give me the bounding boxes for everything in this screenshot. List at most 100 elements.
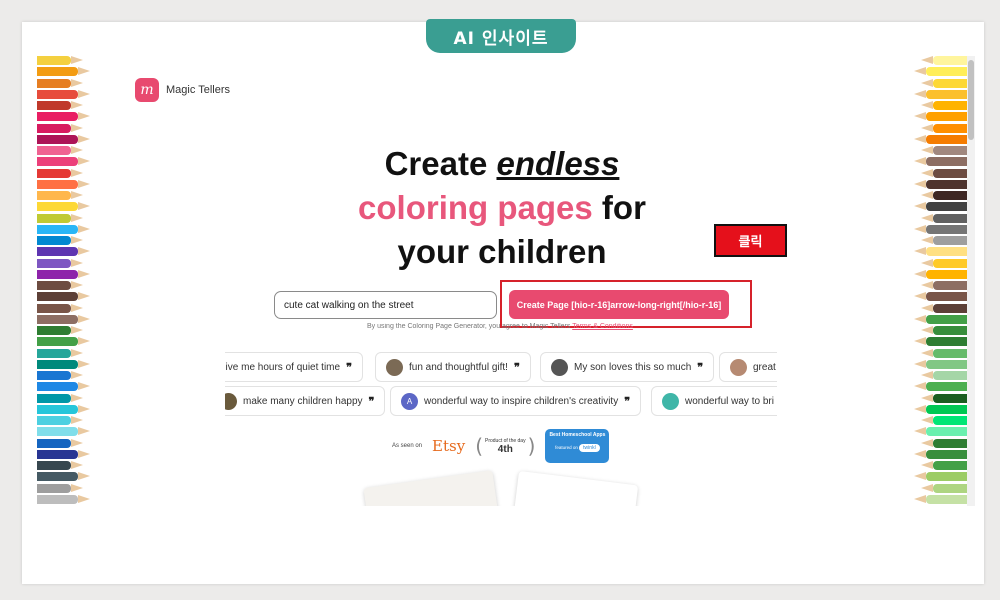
pencil-decoration	[921, 393, 967, 403]
pencil-decoration	[37, 416, 83, 425]
prompt-input[interactable]: cute cat walking on the street	[274, 291, 497, 319]
insight-tag: AI 인사이트	[426, 19, 576, 53]
testimonial-chip: A wonderful way to inspire children's cr…	[390, 386, 642, 416]
pencil-decoration	[914, 224, 967, 234]
laurel-right-icon: )	[527, 434, 536, 458]
pencil-decoration	[37, 258, 83, 268]
brand-name: Magic Tellers	[166, 84, 230, 96]
pencil-decoration	[37, 404, 90, 414]
potd-label: Product of the day	[485, 437, 526, 444]
pencil-decoration	[921, 281, 967, 290]
sample-coloring-page[interactable]	[363, 470, 501, 506]
testimonial-text: give me hours of quiet time	[225, 361, 341, 373]
pencil-decoration	[921, 56, 967, 65]
pencil-decoration	[37, 314, 90, 324]
pencil-decoration	[914, 157, 967, 167]
page-title: Create endless coloring pages for your c…	[267, 142, 737, 274]
avatar	[662, 392, 679, 410]
pencil-decoration	[914, 89, 967, 99]
testimonial-text: wonderful way to bri	[685, 395, 774, 407]
pencil-decoration	[37, 326, 83, 335]
pencil-decoration	[37, 202, 90, 212]
pencil-decoration	[914, 134, 967, 144]
product-of-the-day-badge[interactable]: ( Product of the day 4th )	[475, 436, 535, 456]
pencil-decoration	[914, 359, 967, 369]
avatar	[225, 392, 237, 410]
pencil-decoration	[37, 472, 90, 482]
pencil-decoration	[921, 483, 967, 493]
pencil-decoration	[914, 202, 967, 212]
pencil-decoration	[37, 281, 83, 290]
homeschool-apps-badge[interactable]: Best Homeschool Apps featured on twinkl	[545, 429, 610, 463]
pencil-decoration	[37, 337, 90, 347]
pencil-decoration	[37, 78, 83, 88]
app-badge-featured: featured on	[555, 445, 578, 450]
pencil-decoration	[914, 449, 967, 459]
quote-icon: ❞	[697, 361, 704, 374]
pencil-decoration	[914, 179, 967, 189]
pencil-decoration	[37, 438, 83, 448]
pencils-left-decoration	[37, 56, 99, 506]
pencil-decoration	[921, 168, 967, 178]
pencil-decoration	[914, 292, 967, 302]
pencil-decoration	[37, 179, 90, 189]
pencil-decoration	[37, 269, 90, 279]
pencil-decoration	[37, 146, 83, 155]
scrollbar[interactable]	[967, 56, 975, 506]
pencil-decoration	[37, 494, 90, 504]
title-emphasis: endless	[496, 145, 620, 182]
pencil-decoration	[921, 438, 967, 448]
testimonials-row-2: make many children happy ❞ A wonderful wa…	[225, 386, 777, 416]
testimonial-chip: great	[719, 352, 777, 382]
scrollbar-thumb[interactable]	[968, 60, 974, 140]
pencil-decoration	[921, 303, 967, 313]
pencil-decoration	[37, 303, 83, 313]
pencil-decoration	[914, 337, 967, 347]
brand-logo[interactable]: m Magic Tellers	[135, 78, 230, 102]
laurel-left-icon: (	[475, 434, 483, 458]
testimonial-text: great	[753, 361, 776, 373]
pencil-decoration	[37, 236, 83, 245]
create-page-button[interactable]: Create Page [hio-r-16]arrow-long-right[/…	[509, 290, 729, 319]
pencil-decoration	[921, 326, 967, 335]
title-highlight: coloring pages	[358, 189, 593, 226]
testimonial-chip: give me hours of quiet time ❞	[225, 352, 363, 382]
pencil-decoration	[921, 213, 967, 223]
sample-coloring-page[interactable]	[511, 470, 639, 506]
quote-icon: ❞	[368, 395, 375, 408]
potd-rank: 4th	[497, 443, 513, 455]
avatar	[551, 358, 568, 376]
terms-link[interactable]: Terms & Conditions	[572, 323, 633, 330]
etsy-logo[interactable]: Etsy	[432, 437, 465, 455]
pencil-decoration	[37, 382, 90, 392]
title-line1: Create	[384, 145, 497, 182]
pencil-decoration	[37, 134, 90, 144]
pencil-decoration	[914, 67, 967, 77]
pencil-decoration	[921, 416, 967, 425]
pencil-decoration	[37, 461, 83, 470]
terms-notice: By using the Coloring Page Generator, yo…	[367, 323, 667, 335]
pencil-decoration	[921, 371, 967, 380]
pencil-decoration	[914, 494, 967, 504]
pencil-decoration	[914, 472, 967, 482]
title-line2: for	[592, 189, 646, 226]
pencil-decoration	[914, 404, 967, 414]
pencil-decoration	[921, 123, 967, 133]
pencil-decoration	[37, 157, 90, 167]
pencil-decoration	[37, 247, 90, 257]
testimonials-row-1: give me hours of quiet time ❞ fun and tho…	[225, 352, 777, 382]
pencils-right-decoration	[905, 56, 967, 506]
pencil-decoration	[921, 191, 967, 200]
pencil-decoration	[921, 348, 967, 358]
pencil-decoration	[37, 123, 83, 133]
twinkl-logo: twinkl	[579, 444, 600, 452]
pencil-decoration	[37, 449, 90, 459]
avatar	[730, 358, 747, 376]
as-seen-on-label: As seen on	[392, 443, 423, 449]
title-line3: your children	[397, 233, 607, 270]
click-callout: 클릭	[714, 224, 787, 257]
pencil-decoration	[914, 112, 967, 122]
pencil-decoration	[37, 191, 83, 200]
pencil-decoration	[37, 168, 83, 178]
pencil-decoration	[37, 89, 90, 99]
